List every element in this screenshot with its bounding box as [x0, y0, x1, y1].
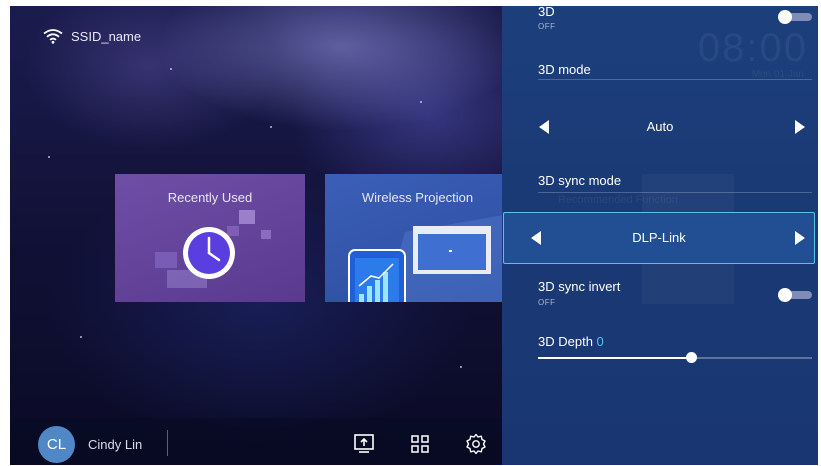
clock-background-text: 08:00: [697, 26, 808, 70]
divider: [167, 430, 168, 456]
3d-settings-panel: 08:00 Mon 01 Jan Recommended Function 3D…: [502, 6, 818, 465]
wireless-projection-tile[interactable]: Wireless Projection: [325, 174, 510, 302]
setting-3d-depth-title: 3D Depth 0: [538, 334, 604, 349]
setting-3d-sync-invert-status: OFF: [538, 298, 556, 307]
apps-grid-icon[interactable]: [408, 432, 432, 456]
3d-depth-value: 0: [596, 334, 604, 349]
recently-used-tile[interactable]: Recently Used: [115, 174, 305, 302]
slider-handle[interactable]: [686, 352, 698, 363]
toggle-knob: [778, 288, 792, 302]
slider-fill: [538, 357, 692, 359]
arrow-right-icon[interactable]: [795, 231, 805, 245]
arrow-right-icon[interactable]: [795, 120, 805, 134]
phone-screen-icon: [348, 214, 510, 302]
ssid-label: SSID_name: [71, 28, 142, 44]
3d-sync-mode-value: DLP-Link: [632, 230, 686, 245]
clock-icon: [155, 210, 271, 288]
star: [170, 68, 172, 70]
setting-3d-status: OFF: [538, 22, 556, 31]
setting-3d-title: 3D: [538, 6, 555, 19]
settings-gear-icon[interactable]: [464, 432, 488, 456]
3d-toggle[interactable]: [778, 10, 812, 24]
star: [420, 101, 422, 103]
3d-depth-slider[interactable]: [538, 352, 812, 363]
star: [460, 366, 462, 368]
background-widget-text: Recommended Function: [558, 194, 678, 206]
toggle-knob: [778, 10, 792, 24]
divider: [538, 192, 812, 193]
star: [270, 126, 272, 128]
wifi-icon: [43, 29, 63, 44]
3d-mode-value: Auto: [646, 119, 674, 134]
projector-home-screen: SSID_name Recently Used Wireless Project…: [10, 6, 818, 465]
setting-3d-mode-title: 3D mode: [538, 62, 591, 77]
3d-mode-selector[interactable]: Auto: [502, 101, 818, 153]
star: [48, 156, 50, 158]
3d-sync-invert-toggle[interactable]: [778, 288, 812, 302]
bottom-bar: CL Cindy Lin: [10, 418, 502, 465]
user-name[interactable]: Cindy Lin: [88, 437, 142, 452]
setting-3d-sync-invert-title: 3D sync invert: [538, 279, 621, 294]
wifi-status: SSID_name: [43, 28, 141, 44]
input-source-icon[interactable]: [352, 432, 376, 456]
star: [80, 336, 82, 338]
avatar[interactable]: CL: [38, 426, 75, 463]
divider: [538, 79, 812, 80]
3d-sync-mode-selector[interactable]: DLP-Link: [503, 212, 815, 264]
setting-3d-sync-mode-title: 3D sync mode: [538, 173, 622, 188]
3d-depth-label: 3D Depth: [538, 334, 593, 349]
